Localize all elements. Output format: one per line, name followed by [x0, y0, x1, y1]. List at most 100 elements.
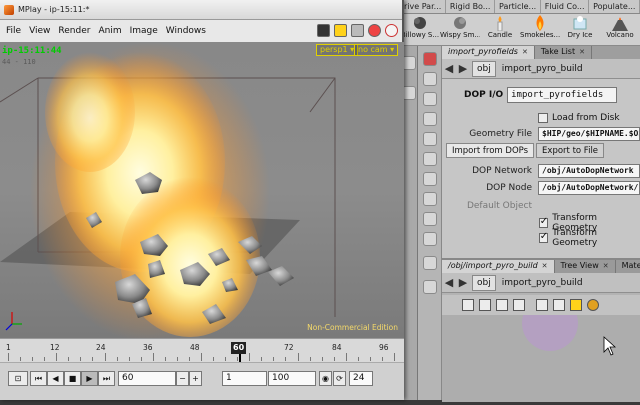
start-frame-field[interactable]: 1 [222, 371, 267, 386]
timeline-tick [357, 357, 359, 361]
play-icon[interactable]: ▶ [81, 371, 98, 386]
path-node[interactable]: import_pyro_build [498, 276, 587, 290]
frame-range-label: 44 - 110 [2, 58, 36, 66]
tab-network-path[interactable]: /obj/import_pyro_build ✕ [442, 260, 555, 273]
pose-tool-icon[interactable] [423, 152, 437, 166]
timeline-tick-label: 84 [332, 343, 342, 352]
view-tool-icon[interactable] [423, 172, 437, 186]
shelf-tool-candle[interactable]: Candle [480, 14, 520, 45]
menu-image[interactable]: Image [130, 26, 158, 36]
grid-icon[interactable] [479, 299, 491, 311]
play-range-icon[interactable]: ⊡ [8, 371, 28, 386]
list-mode-icon[interactable] [462, 299, 474, 311]
realtime-toggle-icon[interactable]: ◉ [319, 371, 332, 386]
note-icon[interactable] [570, 299, 582, 311]
transform-geometry-checkbox[interactable] [538, 216, 549, 228]
snap-tool-icon[interactable] [423, 192, 437, 206]
node-name-field[interactable]: import_pyrofields [507, 87, 618, 103]
transform-geometry-row: Transform Geometry [442, 228, 640, 248]
render-viewport[interactable]: ip-15:11:44 44 - 110 persp1 ▾ no cam ▾ N… [0, 42, 404, 338]
path-bar: ◀ ▶ obj import_pyro_build [442, 59, 640, 79]
film-icon[interactable] [317, 24, 330, 37]
tab-material-palette[interactable]: Material P [616, 260, 640, 273]
load-from-disk-checkbox[interactable] [538, 113, 548, 123]
palette-icon[interactable] [587, 299, 599, 311]
timeline[interactable]: 1 12 24 36 48 72 84 96 60 [0, 338, 404, 363]
handle-tool-icon[interactable] [423, 52, 437, 66]
close-icon[interactable]: ✕ [522, 48, 528, 56]
close-icon[interactable]: ✕ [542, 262, 548, 270]
dop-node-label: DOP Node [486, 183, 532, 193]
menu-windows[interactable]: Windows [166, 26, 206, 36]
transform-geometry-checkbox[interactable] [538, 231, 549, 243]
stop-icon[interactable]: ■ [64, 371, 81, 386]
shelf-tab[interactable]: Rigid Bo... [446, 0, 495, 13]
shelf-tab[interactable]: Particle... [495, 0, 541, 13]
path-network[interactable]: obj [472, 274, 496, 291]
fps-field[interactable]: 24 [349, 371, 373, 386]
shelf-tool-wispy-smoke[interactable]: Wispy Sm... [440, 14, 480, 45]
path-network[interactable]: obj [472, 60, 496, 77]
path-node[interactable]: import_pyro_build [498, 62, 587, 76]
timeline-tick [92, 357, 94, 361]
timeline-tick [8, 353, 9, 361]
tool-strip-button[interactable] [402, 86, 416, 100]
camera-tool-icon[interactable] [423, 232, 437, 246]
tab-export-to-file[interactable]: Export to File [536, 143, 605, 158]
menu-anim[interactable]: Anim [98, 26, 121, 36]
close-icon[interactable]: ✕ [579, 48, 585, 56]
display-tool-icon[interactable] [423, 280, 437, 294]
record-icon[interactable] [385, 24, 398, 37]
close-icon[interactable]: ✕ [603, 262, 609, 270]
shelf-tool-volcano[interactable]: Volcano [600, 14, 640, 45]
frame-decrement-button[interactable]: − [176, 371, 189, 386]
persp-camera-button[interactable]: persp1 ▾ [316, 44, 359, 56]
shelf-tab[interactable]: Populate... [589, 0, 640, 13]
shelf-tool-billowy-smoke[interactable]: Billowy S... [400, 14, 440, 45]
dop-node-field[interactable]: /obj/AutoDopNetwork/ [538, 181, 640, 195]
forward-arrow-icon[interactable]: ▶ [456, 276, 470, 289]
light-tool-icon[interactable] [423, 256, 437, 270]
select-tool-icon[interactable] [423, 72, 437, 86]
dop-network-field[interactable]: /obj/AutoDopNetwork [538, 164, 640, 178]
current-frame-field[interactable]: 60 [118, 371, 176, 386]
layout-icon[interactable] [536, 299, 548, 311]
table-icon[interactable] [496, 299, 508, 311]
geometry-file-field[interactable]: $HIP/geo/$HIPNAME.$OS [538, 127, 640, 141]
window-title-bar[interactable]: MPlay - ip-15:11:* [0, 0, 402, 20]
jump-end-icon[interactable]: ⏭ [98, 371, 115, 386]
shelf-tool-smokeless-flame[interactable]: Smokeles... [520, 14, 560, 45]
frame-increment-button[interactable]: + [189, 371, 202, 386]
shelf-tab[interactable]: rive Par... [400, 0, 446, 13]
tab-take-list[interactable]: Take List ✕ [535, 46, 592, 59]
shelf-tab[interactable]: Fluid Co... [541, 0, 590, 13]
move-tool-icon[interactable] [423, 92, 437, 106]
tool-strip-button[interactable] [402, 56, 416, 70]
shelf-tool-dry-ice[interactable]: Dry Ice [560, 14, 600, 45]
rotate-tool-icon[interactable] [423, 112, 437, 126]
wire-icon[interactable] [513, 299, 525, 311]
loop-icon[interactable]: ⟳ [333, 371, 346, 386]
grid-snap-icon[interactable] [553, 299, 565, 311]
settings-icon[interactable] [351, 24, 364, 37]
current-frame-marker[interactable]: 60 [231, 342, 247, 354]
timeline-tick [249, 353, 251, 361]
step-back-icon[interactable]: ◀ [47, 371, 64, 386]
back-arrow-icon[interactable]: ◀ [442, 276, 456, 289]
tab-import-pyrofields[interactable]: import_pyrofields ✕ [442, 46, 535, 59]
tab-tree-view[interactable]: Tree View ✕ [555, 260, 616, 273]
scale-tool-icon[interactable] [423, 132, 437, 146]
jump-start-icon[interactable]: ⏮ [30, 371, 47, 386]
ghost-tool-icon[interactable] [423, 212, 437, 226]
forward-arrow-icon[interactable]: ▶ [456, 62, 470, 75]
end-frame-field[interactable]: 100 [268, 371, 316, 386]
network-editor-canvas[interactable] [442, 295, 640, 402]
menu-view[interactable]: View [29, 26, 50, 36]
menu-file[interactable]: File [6, 26, 21, 36]
back-arrow-icon[interactable]: ◀ [442, 62, 456, 75]
stop-render-icon[interactable] [368, 24, 381, 37]
no-cam-button[interactable]: no cam ▾ [354, 44, 399, 56]
menu-render[interactable]: Render [58, 26, 90, 36]
tab-import-from-dops[interactable]: Import from DOPs [446, 143, 535, 158]
save-icon[interactable] [334, 24, 347, 37]
